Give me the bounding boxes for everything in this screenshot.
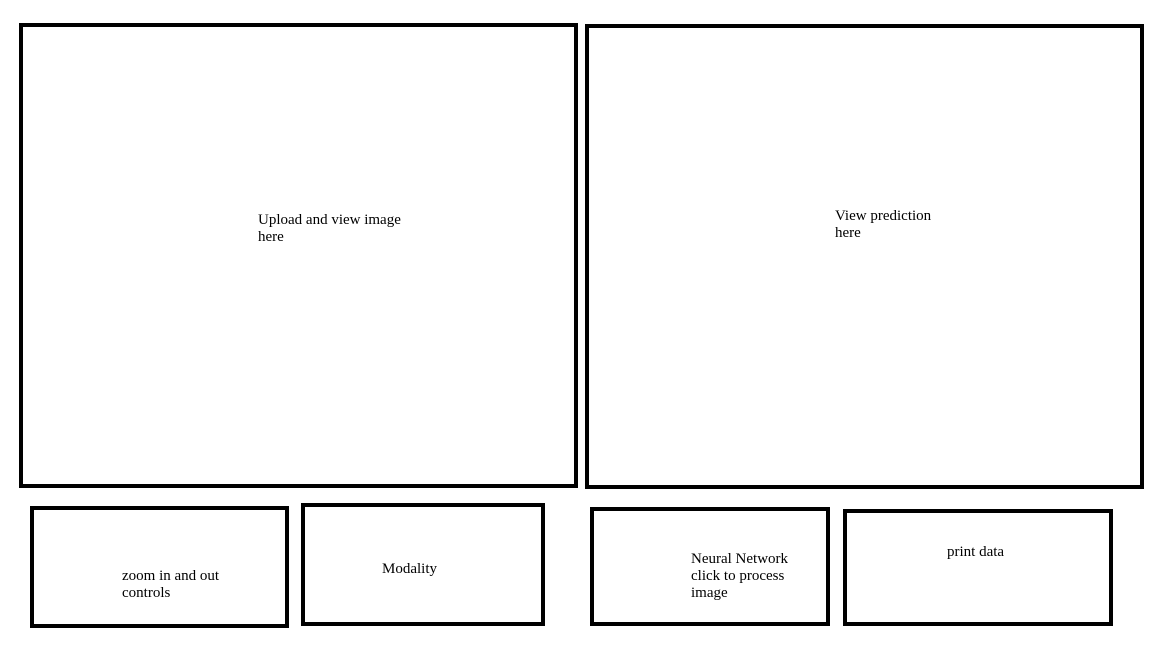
upload-image-label: Upload and view image here (258, 212, 401, 245)
modality-label: Modality (382, 561, 437, 577)
zoom-controls-panel[interactable]: zoom in and out controls (30, 506, 289, 628)
zoom-controls-label: zoom in and out controls (122, 568, 220, 601)
prediction-view-panel: View prediction here (585, 24, 1144, 489)
print-data-button[interactable]: print data (843, 509, 1113, 626)
upload-image-panel[interactable]: Upload and view image here (19, 23, 578, 488)
neural-network-process-button[interactable]: Neural Network click to process image (590, 507, 830, 626)
neural-network-label: Neural Network click to process image (691, 551, 789, 601)
print-data-label: print data (947, 544, 1005, 560)
modality-panel[interactable]: Modality (301, 503, 545, 626)
prediction-label: View prediction here (835, 208, 932, 241)
